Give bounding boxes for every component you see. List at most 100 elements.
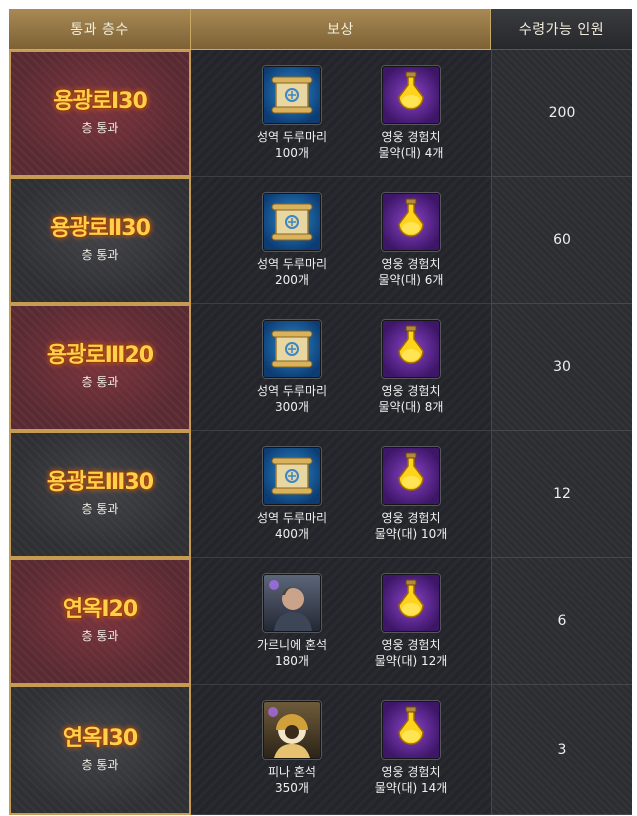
reward-cell: 피나 혼석 350개 영웅 경험치 물약(대) 14개 <box>191 685 491 815</box>
stage-sub-label: 층 통과 <box>81 121 119 135</box>
stage-sub-label: 층 통과 <box>81 629 119 643</box>
reward-item-name: 성역 두루마리 <box>256 511 328 525</box>
reward-item-label: 피나 혼석 350개 <box>237 764 347 796</box>
reward-cell: 성역 두루마리 400개 영웅 경험치 물약(대) 10개 <box>191 431 491 558</box>
reward-item-qty: 100개 <box>275 146 309 160</box>
table-row: 용광로Ⅱ30 층 통과 성역 두루마리 200개 영웅 경험치 물약(대) 6개 <box>9 177 632 304</box>
stage-cell: 연옥Ⅰ30 층 통과 <box>9 685 191 815</box>
stage-name: 용광로Ⅲ20 <box>46 343 154 368</box>
reward-item-label: 성역 두루마리 100개 <box>237 129 347 161</box>
table-row: 연옥Ⅰ30 층 통과 피나 혼석 350개 영웅 경험치 물약(대) 14개 3 <box>9 685 632 815</box>
reward-item-qty: 300개 <box>275 400 309 414</box>
hero-garnie-icon <box>263 574 321 632</box>
header-count: 수령가능 인원 <box>491 9 632 50</box>
reward-item-qty: 물약(대) 6개 <box>378 273 444 287</box>
stage-name: 연옥Ⅰ30 <box>62 725 138 751</box>
potion-icon <box>382 574 440 632</box>
header-reward: 보상 <box>191 9 491 50</box>
count-cell: 30 <box>491 304 632 431</box>
reward-item-qty: 물약(대) 12개 <box>374 654 448 668</box>
reward-item: 영웅 경험치 물약(대) 8개 <box>356 320 466 415</box>
potion-icon <box>382 320 440 378</box>
reward-cell: 성역 두루마리 100개 영웅 경험치 물약(대) 4개 <box>191 50 491 177</box>
reward-item-label: 성역 두루마리 300개 <box>237 383 347 415</box>
stage-name: 용광로Ⅲ30 <box>46 470 154 495</box>
stage-cell: 연옥Ⅰ20 층 통과 <box>9 558 191 685</box>
table-row: 용광로Ⅰ30 층 통과 성역 두루마리 100개 영웅 경험치 물약(대) 4개 <box>9 50 632 177</box>
reward-item: 성역 두루마리 200개 <box>237 193 347 288</box>
reward-item-label: 영웅 경험치 물약(대) 14개 <box>356 764 466 796</box>
reward-item-qty: 180개 <box>275 654 309 668</box>
reward-item-name: 영웅 경험치 <box>381 765 441 779</box>
reward-item-qty: 물약(대) 14개 <box>374 781 448 795</box>
reward-item-label: 가르니에 혼석 180개 <box>237 637 347 669</box>
reward-item: 성역 두루마리 400개 <box>237 447 347 542</box>
stage-cell: 용광로Ⅲ20 층 통과 <box>9 304 191 431</box>
reward-item-qty: 물약(대) 10개 <box>374 527 448 541</box>
reward-item: 영웅 경험치 물약(대) 10개 <box>356 447 466 542</box>
scroll-icon <box>263 320 321 378</box>
reward-item-label: 영웅 경험치 물약(대) 8개 <box>356 383 466 415</box>
stage-sub-label: 층 통과 <box>81 248 119 262</box>
reward-item: 성역 두루마리 100개 <box>237 66 347 161</box>
potion-icon <box>382 66 440 124</box>
hero-pina-icon <box>263 701 321 759</box>
table-row: 연옥Ⅰ20 층 통과 가르니에 혼석 180개 영웅 경험치 물약(대) 12개 <box>9 558 632 685</box>
stage-cell: 용광로Ⅰ30 층 통과 <box>9 50 191 177</box>
stage-cell: 용광로Ⅱ30 층 통과 <box>9 177 191 304</box>
reward-item-qty: 400개 <box>275 527 309 541</box>
stage-cell: 용광로Ⅲ30 층 통과 <box>9 431 191 558</box>
reward-item-name: 영웅 경험치 <box>381 130 441 144</box>
count-cell: 6 <box>491 558 632 685</box>
reward-item-qty: 200개 <box>275 273 309 287</box>
count-cell: 60 <box>491 177 632 304</box>
reward-item-name: 성역 두루마리 <box>256 130 328 144</box>
reward-item: 가르니에 혼석 180개 <box>237 574 347 669</box>
reward-item-name: 성역 두루마리 <box>256 257 328 271</box>
reward-item-qty: 350개 <box>275 781 309 795</box>
potion-icon <box>382 701 440 759</box>
reward-item-name: 영웅 경험치 <box>381 384 441 398</box>
reward-item-label: 영웅 경험치 물약(대) 10개 <box>356 510 466 542</box>
stage-sub-label: 층 통과 <box>81 502 119 516</box>
reward-item: 영웅 경험치 물약(대) 6개 <box>356 193 466 288</box>
reward-cell: 가르니에 혼석 180개 영웅 경험치 물약(대) 12개 <box>191 558 491 685</box>
reward-item-label: 성역 두루마리 200개 <box>237 256 347 288</box>
reward-item-name: 영웅 경험치 <box>381 257 441 271</box>
table-row: 용광로Ⅲ30 층 통과 성역 두루마리 400개 영웅 경험치 물약(대) 10… <box>9 431 632 558</box>
reward-item-name: 가르니에 혼석 <box>256 638 328 652</box>
scroll-icon <box>263 193 321 251</box>
reward-item-qty: 물약(대) 4개 <box>378 146 444 160</box>
reward-item-qty: 물약(대) 8개 <box>378 400 444 414</box>
reward-item-label: 성역 두루마리 400개 <box>237 510 347 542</box>
reward-item: 성역 두루마리 300개 <box>237 320 347 415</box>
stage-sub-label: 층 통과 <box>81 375 119 389</box>
count-cell: 3 <box>491 685 632 815</box>
reward-cell: 성역 두루마리 200개 영웅 경험치 물약(대) 6개 <box>191 177 491 304</box>
stage-sub-label: 층 통과 <box>81 757 119 772</box>
header-stage: 통과 층수 <box>9 9 191 50</box>
reward-item: 영웅 경험치 물약(대) 14개 <box>356 701 466 796</box>
reward-item-name: 영웅 경험치 <box>381 638 441 652</box>
table-row: 용광로Ⅲ20 층 통과 성역 두루마리 300개 영웅 경험치 물약(대) 8개 <box>9 304 632 431</box>
potion-icon <box>382 447 440 505</box>
potion-icon <box>382 193 440 251</box>
reward-item-name: 피나 혼석 <box>268 765 316 779</box>
reward-item-label: 영웅 경험치 물약(대) 12개 <box>356 637 466 669</box>
stage-name: 용광로Ⅰ30 <box>53 89 148 114</box>
reward-item-label: 영웅 경험치 물약(대) 4개 <box>356 129 466 161</box>
reward-item: 영웅 경험치 물약(대) 12개 <box>356 574 466 669</box>
stage-name: 용광로Ⅱ30 <box>50 216 151 241</box>
scroll-icon <box>263 66 321 124</box>
scroll-icon <box>263 447 321 505</box>
count-cell: 200 <box>491 50 632 177</box>
reward-item: 피나 혼석 350개 <box>237 701 347 796</box>
reward-item-label: 영웅 경험치 물약(대) 6개 <box>356 256 466 288</box>
reward-item-name: 영웅 경험치 <box>381 511 441 525</box>
reward-item-name: 성역 두루마리 <box>256 384 328 398</box>
reward-cell: 성역 두루마리 300개 영웅 경험치 물약(대) 8개 <box>191 304 491 431</box>
reward-item: 영웅 경험치 물약(대) 4개 <box>356 66 466 161</box>
stage-name: 연옥Ⅰ20 <box>62 597 138 622</box>
count-cell: 12 <box>491 431 632 558</box>
reward-table: 통과 층수 보상 수령가능 인원 용광로Ⅰ30 층 통과 성역 두루마리 100… <box>9 9 632 815</box>
